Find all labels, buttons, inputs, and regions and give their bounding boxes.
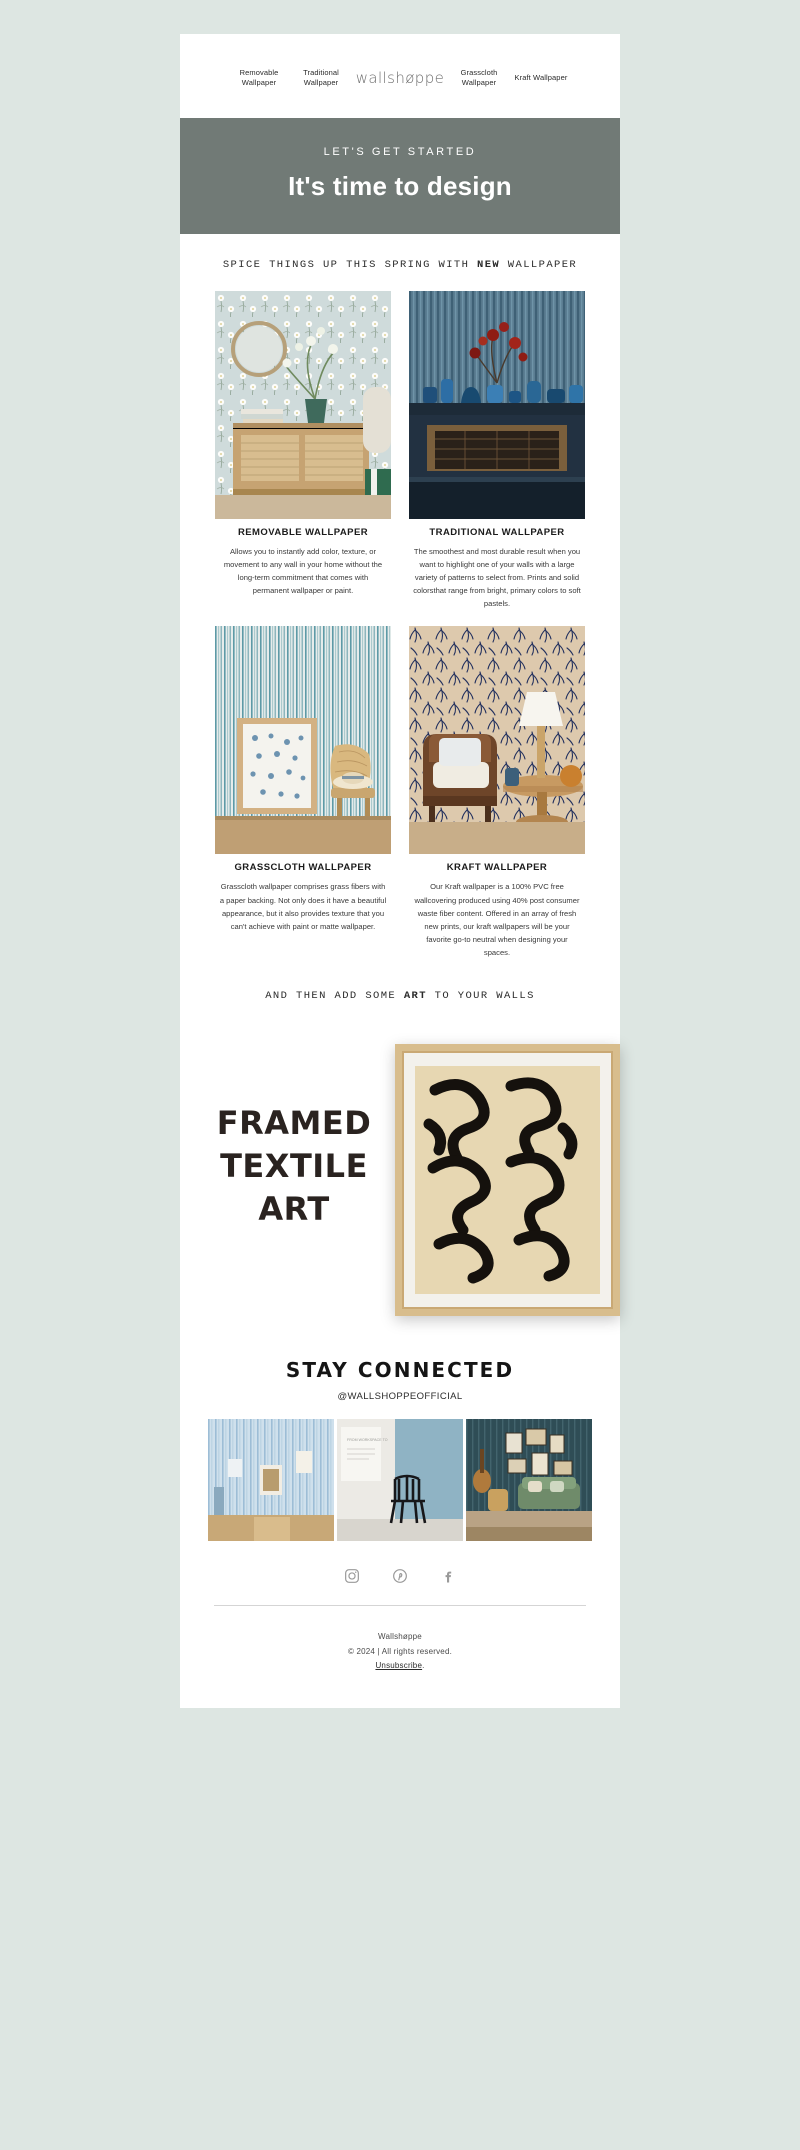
product-description: The smoothest and most durable result wh…	[413, 547, 581, 609]
product-description: Grasscloth wallpaper comprises grass fib…	[219, 882, 387, 931]
facebook-icon[interactable]	[439, 1567, 457, 1585]
product-title: REMOVABLE WALLPAPER	[237, 527, 369, 539]
nav-item-kraft-wallpaper[interactable]: Kraft Wallpaper	[510, 73, 572, 83]
product-card[interactable]: TRADITIONAL WALLPAPER The smoothest and …	[409, 291, 585, 610]
product-card[interactable]: GRASSCLOTH WALLPAPER Grasscloth wallpape…	[215, 626, 391, 958]
framed-textile-art-image[interactable]	[395, 1043, 620, 1316]
instagram-handle: @WALLSHOPPEOFFICIAL	[337, 1390, 463, 1402]
footer: Wallshøppe © 2024 | All rights reserved.…	[180, 1606, 620, 1708]
product-title: KRAFT WALLPAPER	[446, 862, 548, 874]
social-tile-living-room[interactable]	[466, 1418, 592, 1541]
nav-item-grasscloth-wallpaper[interactable]: Grasscloth Wallpaper	[448, 68, 510, 88]
traditional-wallpaper-image[interactable]	[409, 291, 585, 520]
stay-connected-title: STAY CONNECTED	[285, 1357, 515, 1382]
social-tile-blue-stripe-wall[interactable]	[208, 1418, 334, 1541]
footer-period: .	[422, 1661, 425, 1671]
art-tagline-emphasis: ART	[403, 989, 427, 1002]
svg-text:FROM WORKSPACE TO: FROM WORKSPACE TO	[347, 1438, 388, 1442]
product-description: Allows you to instantly add color, textu…	[223, 547, 383, 596]
pinterest-icon[interactable]	[391, 1567, 409, 1585]
nav-item-traditional-wallpaper[interactable]: Traditional Wallpaper	[290, 68, 352, 88]
footer-copyright: © 2024 | All rights reserved.	[347, 1646, 453, 1656]
art-word-art: ART	[258, 1189, 330, 1228]
social-tile-black-chair[interactable]: FROM WORKSPACE TO	[337, 1418, 463, 1541]
removable-wallpaper-image[interactable]	[215, 291, 391, 520]
product-description: Our Kraft wallpaper is a 100% PVC free w…	[414, 882, 580, 957]
art-headline: FRAMED TEXTILE ART	[196, 1102, 392, 1231]
product-card[interactable]: REMOVABLE WALLPAPER Allows you to instan…	[215, 291, 391, 610]
spring-tagline: SPICE THINGS UP THIS SPRING WITH NEW WAL…	[180, 234, 620, 291]
footer-unsubscribe-line: Unsubscribe.	[200, 1659, 600, 1674]
product-grid: REMOVABLE WALLPAPER Allows you to instan…	[180, 291, 620, 965]
tagline-emphasis: NEW	[477, 259, 501, 272]
tagline-after: WALLPAPER	[500, 259, 578, 272]
framed-art-section: FRAMED TEXTILE ART	[180, 1043, 620, 1334]
brand-logo[interactable]: wallshøppe	[352, 69, 448, 87]
social-icon-row	[180, 1541, 620, 1605]
tagline-before: SPICE THINGS UP THIS SPRING WITH	[222, 259, 477, 272]
hero-kicker: LET'S GET STARTED	[323, 146, 477, 159]
nav-item-removable-wallpaper[interactable]: Removable Wallpaper	[228, 68, 290, 88]
art-word-textile: TEXTILE	[220, 1146, 368, 1185]
social-photo-strip: FROM WORKSPACE TO	[180, 1402, 620, 1541]
art-tagline: AND THEN ADD SOME ART TO YOUR WALLS	[180, 965, 620, 1022]
hero-banner: LET'S GET STARTED It's time to design	[180, 118, 620, 235]
kraft-wallpaper-image[interactable]	[409, 626, 585, 855]
top-navigation: Removable Wallpaper Traditional Wallpape…	[180, 34, 620, 118]
art-tagline-before: AND THEN ADD SOME	[265, 989, 404, 1002]
email-body: Removable Wallpaper Traditional Wallpape…	[180, 34, 620, 1709]
hero-title: It's time to design	[288, 171, 512, 202]
unsubscribe-link[interactable]: Unsubscribe	[375, 1661, 422, 1670]
email-canvas: Removable Wallpaper Traditional Wallpape…	[0, 0, 800, 1709]
product-title: TRADITIONAL WALLPAPER	[429, 527, 565, 539]
instagram-icon[interactable]	[343, 1567, 361, 1585]
product-card[interactable]: KRAFT WALLPAPER Our Kraft wallpaper is a…	[409, 626, 585, 958]
footer-brand: Wallshøppe	[378, 1631, 422, 1641]
grasscloth-wallpaper-image[interactable]	[215, 626, 391, 855]
art-tagline-after: TO YOUR WALLS	[426, 989, 535, 1002]
art-word-framed: FRAMED	[216, 1103, 372, 1142]
product-title: GRASSCLOTH WALLPAPER	[234, 862, 372, 874]
stay-connected-section: STAY CONNECTED @WALLSHOPPEOFFICIAL	[180, 1334, 620, 1402]
